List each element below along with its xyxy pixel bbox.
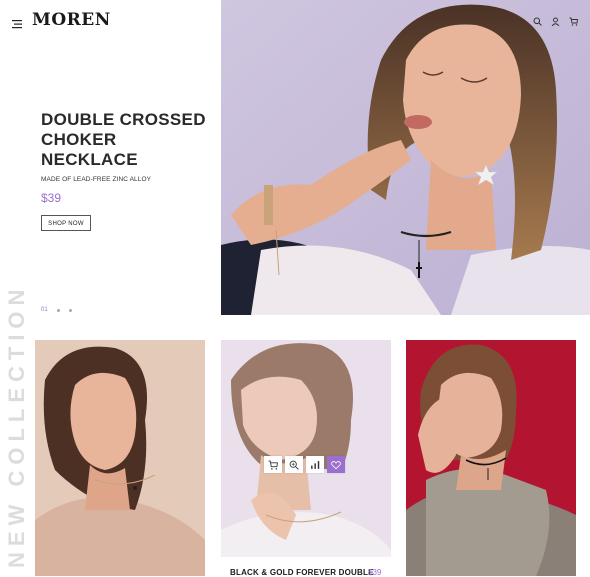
compare-button[interactable] [306,456,324,473]
wishlist-button[interactable] [327,456,345,473]
hero-title: DOUBLE CROSSED CHOKER NECKLACE [41,110,211,170]
hero-title-line1: DOUBLE CROSSED [41,110,206,129]
search-icon[interactable] [533,13,542,26]
new-collection-heading: NEW COLLECTION [4,283,29,568]
hero-image [221,0,590,315]
bar-chart-icon [311,460,320,469]
slider-pagination: 01 [41,307,72,313]
slide-dot-2[interactable] [56,308,60,312]
cart-icon[interactable] [569,13,579,26]
hero-photo-illustration [221,0,590,315]
slide-number[interactable]: 01 [41,307,48,313]
product-card-3[interactable] [406,340,576,576]
product-quick-actions [264,456,345,473]
quick-view-button[interactable] [285,456,303,473]
slide-dot-3[interactable] [68,308,72,312]
product-card-1[interactable] [35,340,205,576]
hero-subtitle: MADE OF LEAD-FREE ZINC ALLOY [41,176,152,183]
heart-icon [331,460,341,469]
header-actions [533,13,579,27]
product-image-1 [35,340,205,576]
hero-price: $39 [41,191,62,205]
hero-title-line2: CHOKER NECKLACE [41,130,138,169]
menu-icon[interactable] [12,16,24,29]
shop-now-button[interactable]: SHOP NOW [41,215,91,231]
user-icon[interactable] [551,13,560,27]
logo[interactable]: MOREN [32,10,111,30]
product-image-3 [406,340,576,576]
zoom-icon [289,460,299,470]
hero-text-block: DOUBLE CROSSED CHOKER NECKLACE MADE OF L… [41,110,211,231]
cart-icon [268,460,278,470]
add-to-cart-button[interactable] [264,456,282,473]
